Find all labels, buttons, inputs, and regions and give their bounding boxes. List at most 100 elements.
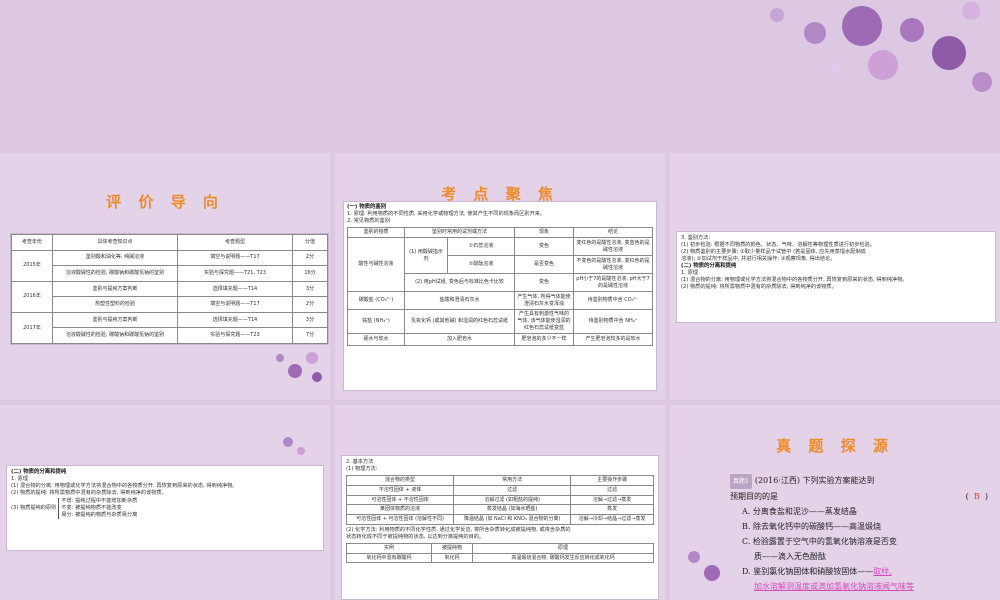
text-line: (2) 物质的提纯: 将所需物质中混有的杂质除去, 得到纯净的该物质。: [681, 284, 837, 291]
method-cell: 过滤: [453, 484, 572, 496]
slide-title: 评 价 导 向: [106, 193, 224, 211]
col-header: 主要操作步骤: [570, 475, 654, 486]
type-cell: 填空与说明题——T17: [177, 296, 293, 313]
year-cell: 2016年: [11, 280, 53, 313]
type-cell: 实验与探究题——T23: [177, 327, 293, 344]
substance-cell: 酸性与碱性溶液: [347, 237, 405, 293]
col-header: 分值: [292, 234, 328, 251]
conclusion-cell: 待鉴别物质中含 NH₄⁺: [573, 309, 653, 335]
table-row: 不溶性固体 + 液体 过滤 过滤: [345, 484, 654, 496]
method-cell: 降温结晶 (如 NaCl 和 KNO₃ 混合物的分离): [453, 514, 572, 525]
target-cell: 氧化钙: [431, 552, 473, 564]
table-row: 某固体物质的溶液 蒸发结晶 (如海水晒盐) 蒸发: [345, 504, 654, 516]
phenomenon-cell: 肥皂泡的多少不一样: [514, 333, 574, 347]
score-cell: 2分: [292, 296, 328, 313]
text-line: (2) 化学方法: 利用物质的不同化学性质, 通过化学反应, 将所含杂质转化成被…: [346, 526, 571, 533]
score-cell: 3分: [292, 311, 328, 329]
answer-letter: B: [973, 492, 980, 501]
principle-item: 易分: 被提纯的物质与杂质易分离: [61, 512, 138, 519]
type-cell: 选择填充题——T14: [177, 280, 293, 298]
slide-evaluation[interactable]: 评 价 导 向 考查年份 具体考查知识点 考查题型 分值 2015年 鉴别酸和油…: [0, 153, 330, 400]
question-stem: (2016·江西) 下列实验方案能达到: [754, 476, 875, 485]
point-cell: 溶液酸碱性的检验, 碳酸钠和碳酸氢钠的鉴别: [52, 327, 178, 344]
evaluation-table: 考查年份 具体考查知识点 考查题型 分值 2015年 鉴别酸和油化等, 纯碱溶液…: [11, 234, 328, 345]
table-row: 氧化钙中混有碳酸钙 氧化钙 高温煅烧混合物, 碳酸钙发生反应转化成氧化钙: [346, 552, 654, 564]
evaluation-table-box: 考查年份 具体考查知识点 考查题型 分值 2015年 鉴别酸和油化等, 纯碱溶液…: [10, 233, 329, 345]
option-c[interactable]: C. 检验露置于空气中的氢氧化钠溶液是否变: [730, 534, 998, 549]
method-cell: (1) 用酸碱指示剂: [404, 237, 448, 275]
slide-methods[interactable]: 3. 鉴别方法: (1) 初步检验: 根据不同物质的颜色、状态、气味、溶解性等物…: [670, 153, 1000, 400]
fill-answer: 取样,: [873, 567, 892, 576]
point-cell: 热塑性塑料的检验: [52, 296, 178, 313]
type-cell: 填空与说明题——T17: [177, 249, 293, 267]
slide-key-points[interactable]: 考 点 聚 焦 (一) 物质的鉴别 1. 原理: 利用物质的不同性质, 采用化学…: [335, 153, 665, 400]
conclusion-cell: 产生肥皂泡较多的是软水: [573, 333, 653, 347]
substance-cell: 硬水与软水: [347, 333, 405, 347]
section-heading: (二) 物质的分离和提纯: [11, 469, 67, 475]
question-block: 真题1 (2016·江西) 下列实验方案能达到 预期目的的是 ( B ) A. 分…: [730, 473, 998, 594]
flower-decoration: [272, 348, 330, 400]
text-line: 2. 基本方法: [346, 459, 374, 465]
answer-bracket: ( B ): [965, 492, 988, 501]
methods-box: 3. 鉴别方法: (1) 初步检验: 根据不同物质的颜色、状态、气味、溶解性等物…: [676, 231, 996, 323]
text-line: (2) 物质鉴别的主要步骤: ①取少量样品于试管中 (若是固体, 应先用蒸馏水配…: [681, 249, 866, 256]
text-line: 1. 原理: 利用物质的不同性质, 采用化学或物理方法, 使其产生不同的现象而区…: [347, 211, 546, 218]
phenomenon-cell: 是否变色: [514, 255, 574, 275]
conclusion-cell: 不变色的是酸性溶液, 变红色的是碱性溶液: [573, 255, 653, 275]
phenomenon-cell: 产生气体, 所得气体能使澄清石灰水变浑浊: [514, 291, 574, 311]
substance-cell: 碳酸盐 (CO₃²⁻): [347, 291, 405, 311]
table-row: 热塑性塑料的检验 填空与说明题——T17 2分: [12, 296, 328, 313]
table-row: 溶液酸碱性的检验, 碳酸钠和碳酸氢钠的鉴别 实验与探究题——T21, T23 1…: [12, 265, 328, 282]
question-tag: 真题1: [730, 474, 752, 489]
score-cell: 7分: [292, 327, 328, 344]
identification-table: 鉴别的物质 鉴别时常用的试剂或方法 现象 结论 酸性与碱性溶液 (1) 用酸碱指…: [347, 227, 653, 347]
conclusion-cell: 变红色的是酸性溶液, 变蓝色的是碱性溶液: [573, 237, 653, 257]
method-cell: 蒸发结晶 (如海水晒盐): [453, 504, 572, 516]
type-cell: 实验与探究题——T21, T23: [177, 265, 293, 282]
text-line: (1) 物理方法:: [346, 466, 378, 473]
table-row: 2015年 鉴别酸和油化等, 纯碱溶液 填空与说明题——T17 2分: [11, 249, 328, 282]
col-header: 实例: [346, 542, 432, 554]
table-row: 碳酸盐 (CO₃²⁻) 盐酸和澄清石灰水 产生气体, 所得气体能使澄清石灰水变浑…: [347, 291, 653, 311]
option-a[interactable]: A. 分离食盐和泥沙——蒸发结晶: [730, 504, 998, 519]
text-line: 状态转化成不同于被提纯物的状态, 以达到分离提纯的目的。: [346, 533, 485, 540]
year-cell: 2015年: [11, 249, 53, 282]
separation-box: (二) 物质的分离和提纯 1. 原理 (1) 混合物的分离: 用物理或化学方法将…: [6, 465, 324, 551]
steps-cell: 过滤: [570, 484, 654, 496]
slide-separation[interactable]: (二) 物质的分离和提纯 1. 原理 (1) 混合物的分离: 用物理或化学方法将…: [0, 405, 330, 600]
phenomenon-cell: 变色: [514, 273, 574, 293]
text-line: 3. 鉴别方法:: [681, 235, 711, 241]
method-cell: (2) 用pH试纸, 变色后与标准比色卡比较: [404, 273, 515, 293]
table-row: 可溶性固体 + 不溶性固体 溶解过滤 (如粗盐的提纯) 溶解→过滤→蒸发: [345, 494, 654, 506]
identification-box: (一) 物质的鉴别 1. 原理: 利用物质的不同性质, 采用化学或物理方法, 使…: [343, 201, 657, 391]
reagent-cell: ②酚酞溶液: [447, 255, 515, 275]
slide-basic-methods[interactable]: 2. 基本方法 (1) 物理方法: 混合物的类型 常用方法 主要操作步骤 不溶性…: [335, 405, 665, 600]
mixture-cell: 不溶性固体 + 液体: [345, 484, 455, 496]
text-line: (2) 物质的提纯: 将所需物质中混有的杂质除去, 得到纯净的该物质。: [11, 490, 167, 497]
option-b[interactable]: B. 除去氧化钙中的碳酸钙——高温煅烧: [730, 519, 998, 534]
mixture-cell: 某固体物质的溶液: [345, 504, 455, 516]
substance-cell: 铵盐 (NH₄⁺): [347, 309, 405, 335]
method-cell: 溶解过滤 (如粗盐的提纯): [453, 494, 572, 506]
phenomenon-cell: 产生具有刺激性气味的气体, 该气体能使湿润的红色石蕊试纸变蓝: [514, 309, 574, 335]
reagent-cell: ①石蕊溶液: [447, 237, 515, 257]
text-line: (1) 初步检验: 根据不同物质的颜色、状态、气味、溶解性等物理性质进行初步检验…: [681, 242, 875, 249]
col-header: 鉴别的物质: [347, 227, 405, 239]
text-line: 溶液); ②加试剂于样品中, 并进行相关操作; ③观察现象, 得出结论。: [681, 256, 836, 263]
col-header: 现象: [514, 227, 574, 239]
basic-methods-box: 2. 基本方法 (1) 物理方法: 混合物的类型 常用方法 主要操作步骤 不溶性…: [341, 455, 659, 600]
steps-cell: 溶解→冷却→结晶→过滤→蒸发: [570, 514, 654, 525]
col-header: 结论: [573, 227, 653, 239]
col-header: 考查年份: [11, 234, 53, 251]
table-row: 酸性与碱性溶液 (1) 用酸碱指示剂 ①石蕊溶液 变色 变红色的是酸性溶液, 变…: [347, 237, 653, 293]
table-row: 可溶性固体 + 可溶性固体 (溶解性不同) 降温结晶 (如 NaCl 和 KNO…: [345, 514, 654, 525]
table-row: 铵盐 (NH₄⁺) 氢氧化钙 (或其他碱) 和湿润的红色石蕊试纸 产生具有刺激性…: [347, 309, 653, 335]
col-header: 被提纯物: [431, 542, 473, 554]
flower-decoration: [275, 435, 325, 475]
question-stem: 预期目的的是: [730, 492, 778, 501]
year-cell: 2017年: [11, 311, 53, 345]
slide-real-questions[interactable]: 真 题 探 源 真题1 (2016·江西) 下列实验方案能达到 预期目的的是 ( …: [670, 405, 1000, 600]
point-cell: 溶液酸碱性的检验, 碳酸钠和碳酸氢钠的鉴别: [52, 265, 178, 282]
option-d[interactable]: D. 鉴别氯化钠固体和硝酸铵固体——取样,: [730, 564, 998, 579]
col-header: 常用方法: [453, 475, 572, 486]
